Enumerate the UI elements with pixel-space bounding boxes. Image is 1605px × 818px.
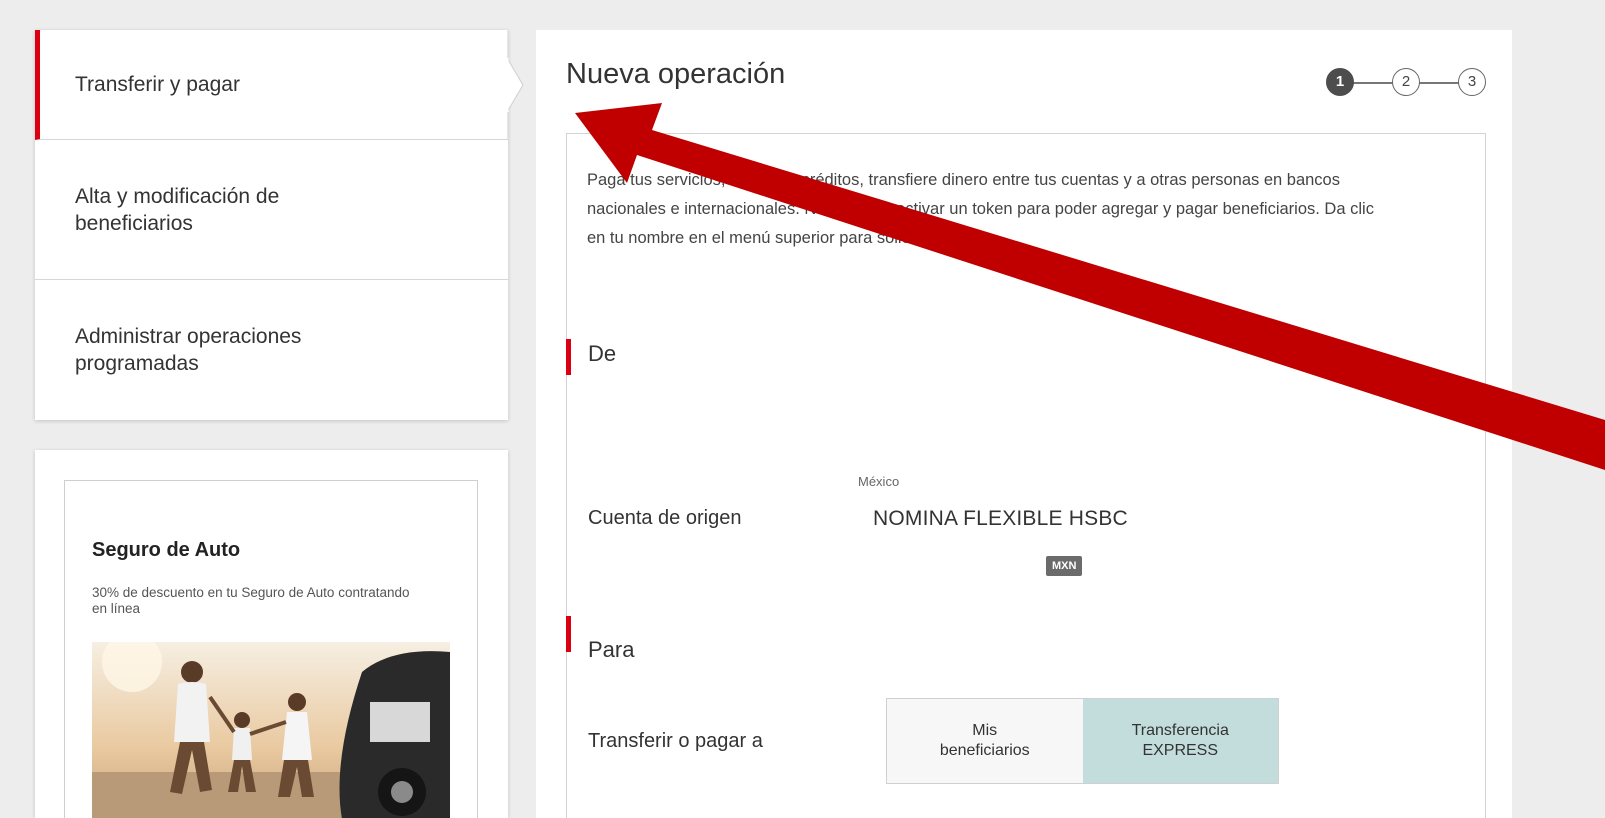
page-title: Nueva operación [566,58,786,90]
nav-item-alta-beneficiarios[interactable]: Alta y modificación de beneficiarios [35,140,508,280]
side-navigation: Transferir y pagar Alta y modificación d… [35,30,524,420]
stepper-connector [1353,82,1393,84]
section-marker [566,616,571,652]
stepper-connector [1419,82,1459,84]
promo-description: 30% de descuento en tu Seguro de Auto co… [92,585,410,616]
section-marker [566,339,571,375]
step-1: 1 [1326,68,1354,96]
nav-item-label: Administrar operaciones programadas [75,325,302,375]
promo-banner[interactable]: Seguro de Auto 30% de descuento en tu Se… [64,480,478,818]
step-2: 2 [1392,68,1420,96]
transfer-to-label: Transferir o pagar a [588,730,763,752]
promo-title: Seguro de Auto [92,539,241,561]
nav-item-label: Transferir y pagar [75,73,240,96]
main-panel: Nueva operación 1 2 3 Paga tus servicios… [536,30,1512,818]
origin-account-select[interactable]: NOMINA FLEXIBLE HSBC [873,507,1128,531]
intro-text: Paga tus servicios, tarjetas y créditos,… [587,171,1374,247]
origin-account-label: Cuenta de origen [588,507,742,529]
transfer-type-toggle: Mis beneficiarios Transferencia EXPRESS [886,698,1279,784]
progress-stepper: 1 2 3 [1326,68,1486,98]
section-title-para: Para [588,637,635,662]
toggle-mis-beneficiarios[interactable]: Mis beneficiarios [887,699,1083,783]
section-title-de: De [588,341,617,366]
promo-image [92,642,450,818]
nav-item-label: Alta y modificación de beneficiarios [75,184,280,235]
currency-badge: MXN [1046,556,1083,576]
nav-item-operaciones-programadas[interactable]: Administrar operaciones programadas [35,280,508,420]
promo-card: Seguro de Auto 30% de descuento en tu Se… [35,450,508,818]
toggle-transferencia-express[interactable]: Transferencia EXPRESS [1082,699,1278,783]
country-label: México [858,474,900,489]
nav-item-transferir-y-pagar[interactable]: Transferir y pagar [35,30,508,140]
step-3: 3 [1458,68,1486,96]
